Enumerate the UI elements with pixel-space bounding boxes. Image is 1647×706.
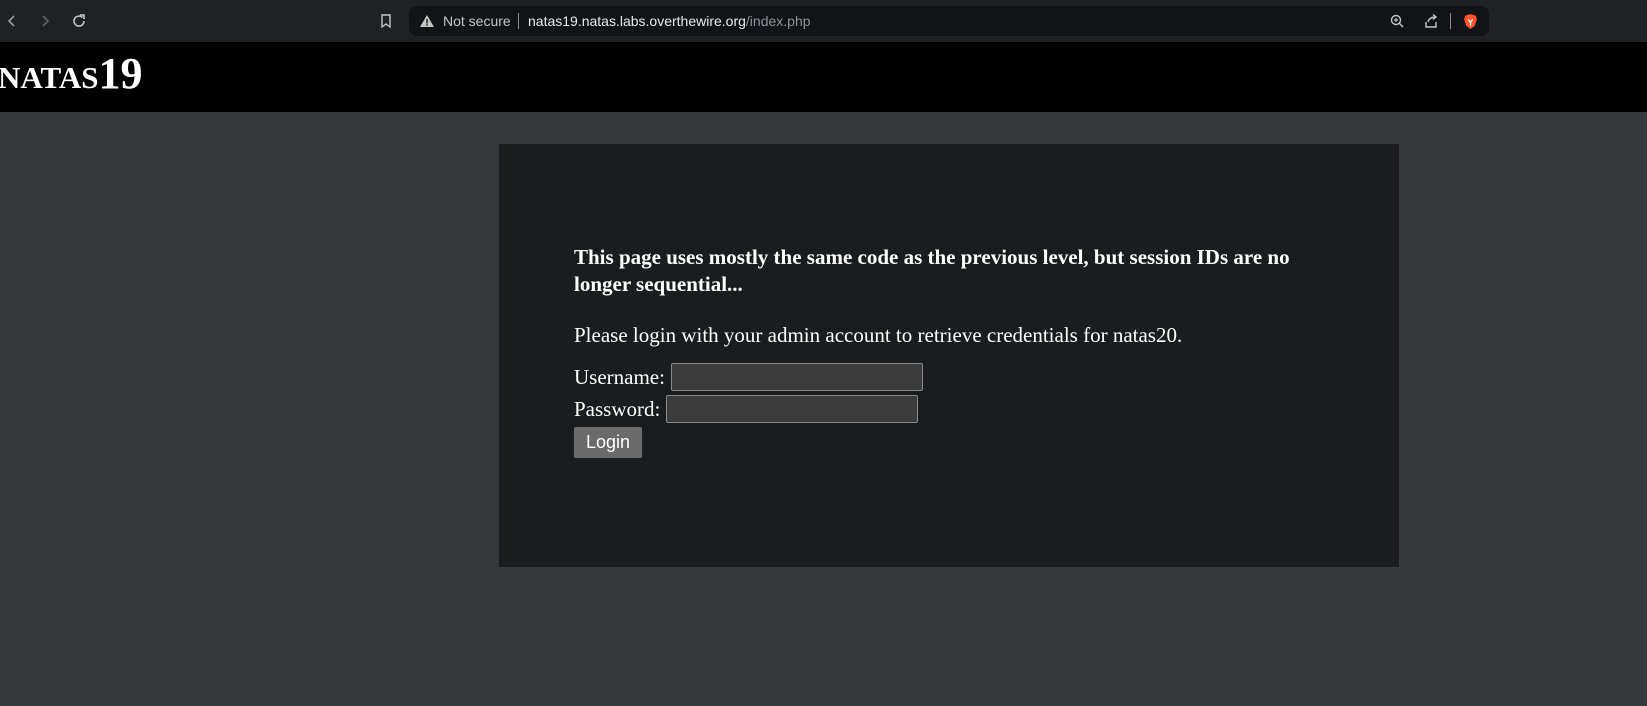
username-label: Username: xyxy=(574,364,665,389)
url-host: natas19.natas.labs.overthewire.org xyxy=(528,13,746,29)
zoom-button[interactable] xyxy=(1387,11,1407,31)
brave-shields-button[interactable] xyxy=(1460,11,1480,31)
username-input[interactable] xyxy=(670,363,923,391)
security-label[interactable]: Not secure xyxy=(443,13,511,29)
share-icon xyxy=(1425,13,1438,28)
username-row: Username: xyxy=(574,361,1334,393)
password-row: Password: xyxy=(574,393,1334,425)
back-icon xyxy=(7,15,15,27)
browser-toolbar: Not secure natas19.natas.labs.overthewir… xyxy=(0,0,1647,42)
login-button[interactable]: Login xyxy=(574,427,643,458)
reload-icon xyxy=(73,14,85,27)
password-input[interactable] xyxy=(666,395,919,423)
content-panel: This page uses mostly the same code as t… xyxy=(499,144,1399,567)
reload-button[interactable] xyxy=(69,11,89,31)
omnibox-right-divider xyxy=(1450,13,1451,29)
omnibox-divider xyxy=(518,13,519,29)
password-label: Password: xyxy=(574,396,661,421)
zoom-icon xyxy=(1390,14,1404,28)
instruction-text: Please login with your admin account to … xyxy=(574,323,1183,347)
url-path: /index.php xyxy=(745,13,811,29)
brave-icon xyxy=(1463,13,1477,29)
forward-icon xyxy=(42,15,50,27)
site-title: natas19 xyxy=(0,49,143,98)
forward-button[interactable] xyxy=(35,11,55,31)
bookmark-icon xyxy=(381,14,391,29)
back-button[interactable] xyxy=(2,11,22,31)
intro-text: This page uses mostly the same code as t… xyxy=(574,245,1290,296)
bookmark-button[interactable] xyxy=(376,11,396,31)
address-bar[interactable]: Not secure natas19.natas.labs.overthewir… xyxy=(409,6,1489,36)
content-inner: This page uses mostly the same code as t… xyxy=(574,244,1334,458)
site-header: natas19 xyxy=(0,42,1647,112)
share-button[interactable] xyxy=(1421,11,1441,31)
url-text[interactable]: natas19.natas.labs.overthewire.org/index… xyxy=(528,13,811,29)
warning-icon xyxy=(420,15,434,27)
login-form: Username: Password: Login xyxy=(574,361,1334,458)
